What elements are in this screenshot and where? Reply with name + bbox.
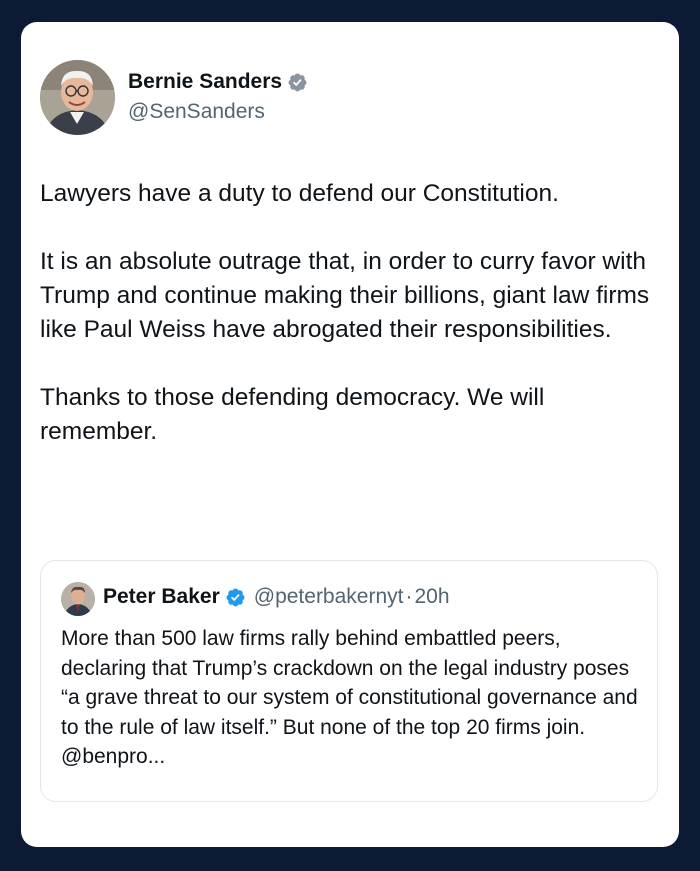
separator-dot: · (405, 585, 413, 608)
tweet-paragraph: Lawyers have a duty to defend our Consti… (40, 180, 559, 207)
tweet-text: Lawyers have a duty to defend our Consti… (40, 177, 665, 449)
quoted-timestamp[interactable]: 20h (414, 585, 449, 609)
verified-badge-icon (225, 587, 246, 608)
quoted-author-avatar (61, 582, 95, 616)
tweet-paragraph: It is an absolute outrage that, in order… (40, 248, 650, 343)
tweet-card[interactable]: Bernie Sanders @SenSanders Lawyers have … (21, 22, 679, 847)
quoted-tweet[interactable]: Peter Baker @peterbakernyt · 20h More th… (40, 560, 658, 802)
verified-badge-icon (287, 72, 308, 93)
author-handle[interactable]: @SenSanders (128, 100, 265, 124)
quoted-author-name[interactable]: Peter Baker (103, 585, 220, 609)
quoted-author-handle[interactable]: @peterbakernyt (254, 585, 404, 609)
author-avatar[interactable] (40, 60, 115, 135)
quoted-tweet-text: More than 500 law firms rally behind emb… (61, 627, 638, 768)
tweet-paragraph: Thanks to those defending democracy. We … (40, 384, 545, 445)
author-name[interactable]: Bernie Sanders (128, 70, 282, 94)
